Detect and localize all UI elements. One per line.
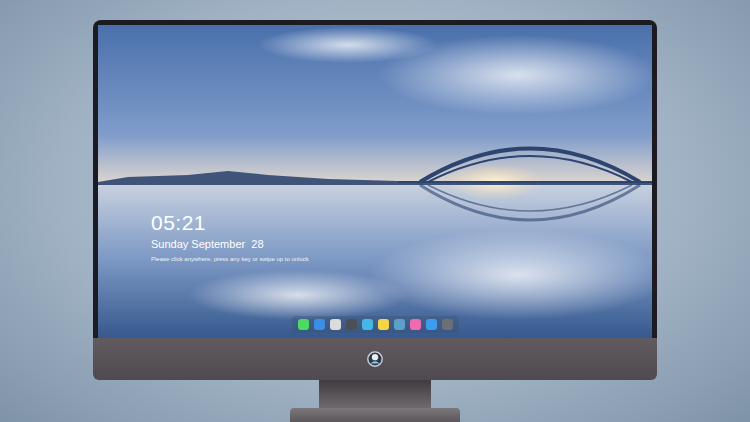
monitor-stand bbox=[319, 380, 431, 408]
dock-app-icon[interactable] bbox=[346, 319, 357, 330]
dock-app-icon[interactable] bbox=[426, 319, 437, 330]
monitor: 05:21 Sunday September 28 Please click any… bbox=[93, 20, 657, 422]
wallpaper bbox=[98, 25, 652, 338]
clock-date: Sunday September 28 bbox=[151, 237, 652, 251]
dock-app-icon[interactable] bbox=[394, 319, 405, 330]
dock-app-icon[interactable] bbox=[330, 319, 341, 330]
clock-time: 05:21 bbox=[151, 211, 652, 235]
dock-app-icon[interactable] bbox=[362, 319, 373, 330]
lock-screen[interactable]: 05:21 Sunday September 28 Please click any… bbox=[98, 25, 652, 338]
wallpaper-scene bbox=[98, 25, 652, 338]
dock-app-icon[interactable] bbox=[314, 319, 325, 330]
lock-clock: 05:21 Sunday September 28 Please click any… bbox=[98, 211, 652, 264]
dock-app-icon[interactable] bbox=[442, 319, 453, 330]
brand-logo-icon bbox=[366, 350, 384, 368]
monitor-chin bbox=[93, 338, 657, 380]
desktop-background: 05:21 Sunday September 28 Please click any… bbox=[0, 0, 750, 422]
dock-app-icon[interactable] bbox=[410, 319, 421, 330]
dock-app-icon[interactable] bbox=[378, 319, 389, 330]
monitor-bezel: 05:21 Sunday September 28 Please click any… bbox=[93, 20, 657, 338]
monitor-base bbox=[290, 408, 460, 422]
dock bbox=[292, 316, 459, 333]
unlock-hint: Please click anywhere, press any key or … bbox=[151, 256, 652, 264]
dock-app-icon[interactable] bbox=[298, 319, 309, 330]
